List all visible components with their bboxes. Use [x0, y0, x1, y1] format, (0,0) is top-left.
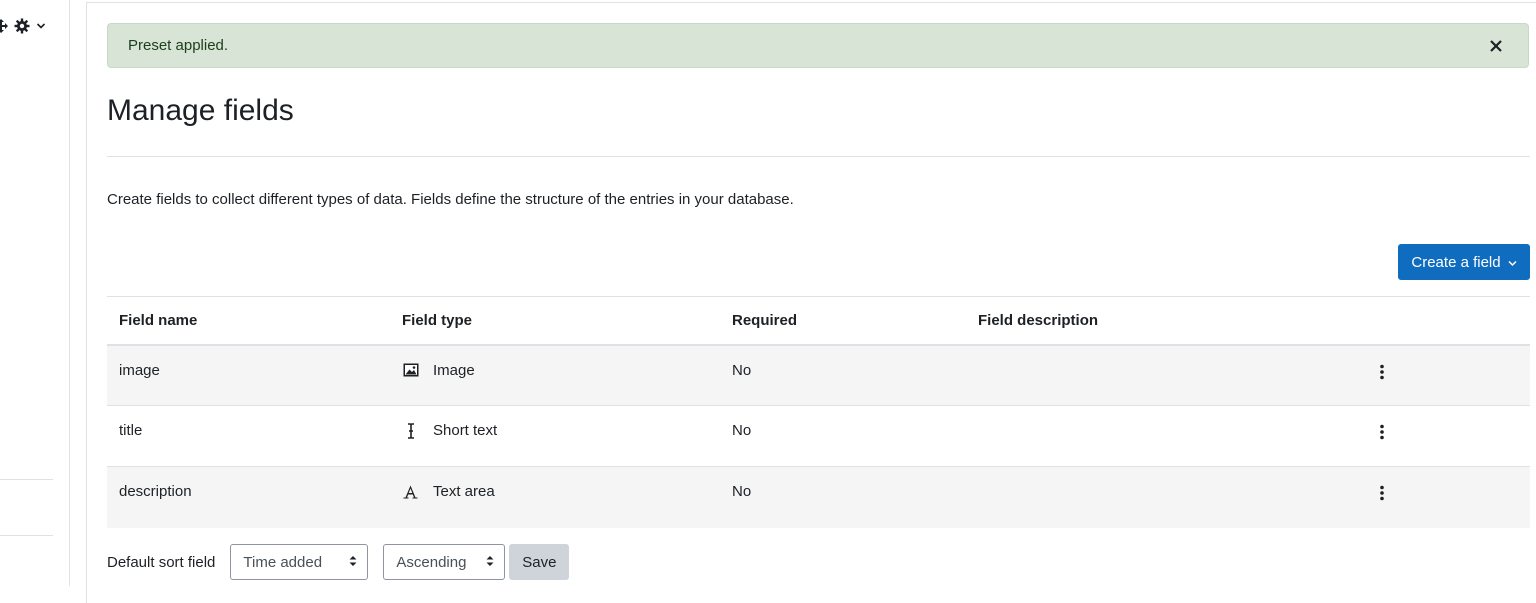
kebab-menu-icon[interactable] — [1370, 481, 1394, 505]
field-description — [966, 344, 1370, 406]
sort-order-value: Ascending — [396, 553, 467, 571]
field-required: No — [720, 466, 966, 528]
move-icon[interactable] — [0, 18, 8, 34]
field-name: title — [107, 405, 390, 467]
field-name: image — [107, 344, 390, 406]
column-header-required: Required — [720, 296, 966, 346]
default-sort-label: Default sort field — [107, 553, 216, 571]
table-row: description Text area No — [107, 466, 1530, 528]
success-alert: Preset applied. — [107, 23, 1529, 68]
save-button[interactable]: Save — [509, 544, 570, 580]
field-type-label: Short text — [433, 422, 498, 439]
field-description — [966, 405, 1370, 467]
font-icon — [402, 485, 419, 499]
row-actions — [1370, 344, 1530, 406]
default-sort-form: Default sort field Time added Ascending … — [107, 544, 570, 580]
gear-icon[interactable] — [14, 18, 30, 34]
field-type: Text area — [390, 466, 720, 528]
field-required: No — [720, 405, 966, 467]
chevron-down-icon — [1508, 254, 1517, 271]
row-actions — [1370, 466, 1530, 528]
block-controls — [0, 18, 46, 34]
kebab-menu-icon[interactable] — [1370, 420, 1394, 444]
column-header-actions — [1370, 296, 1530, 346]
field-type: Image — [390, 344, 720, 406]
create-field-label: Create a field — [1411, 253, 1501, 271]
column-header-field-type: Field type — [390, 296, 720, 346]
divider — [0, 479, 53, 480]
left-drawer — [0, 0, 70, 586]
select-arrows-icon — [349, 554, 357, 571]
column-header-field-name: Field name — [107, 296, 390, 346]
divider — [107, 156, 1530, 157]
chevron-down-icon[interactable] — [36, 22, 46, 30]
field-name: description — [107, 466, 390, 528]
divider — [0, 535, 53, 536]
intro-text: Create fields to collect different types… — [107, 191, 794, 208]
field-type-label: Image — [433, 361, 475, 379]
field-type-label: Text area — [433, 483, 495, 500]
sort-field-value: Time added — [243, 553, 323, 571]
table-row: image Image No — [107, 344, 1530, 406]
field-type: Short text — [390, 405, 720, 467]
fields-table: Field name Field type Required Field des… — [107, 296, 1530, 528]
sort-field-select[interactable]: Time added — [230, 544, 369, 580]
alert-message: Preset applied. — [128, 37, 229, 54]
kebab-menu-icon[interactable] — [1370, 360, 1394, 384]
close-icon[interactable] — [1484, 34, 1508, 58]
page-title: Manage fields — [107, 94, 294, 127]
field-required: No — [720, 344, 966, 406]
sort-order-select[interactable]: Ascending — [383, 544, 506, 580]
image-icon — [402, 363, 419, 377]
row-actions — [1370, 405, 1530, 467]
column-header-field-description: Field description — [966, 296, 1370, 346]
create-field-button[interactable]: Create a field — [1398, 244, 1530, 280]
select-arrows-icon — [486, 554, 494, 571]
table-header-row: Field name Field type Required Field des… — [107, 296, 1530, 346]
text-cursor-icon — [402, 422, 419, 439]
field-description — [966, 466, 1370, 528]
table-row: title Short text No — [107, 405, 1530, 467]
